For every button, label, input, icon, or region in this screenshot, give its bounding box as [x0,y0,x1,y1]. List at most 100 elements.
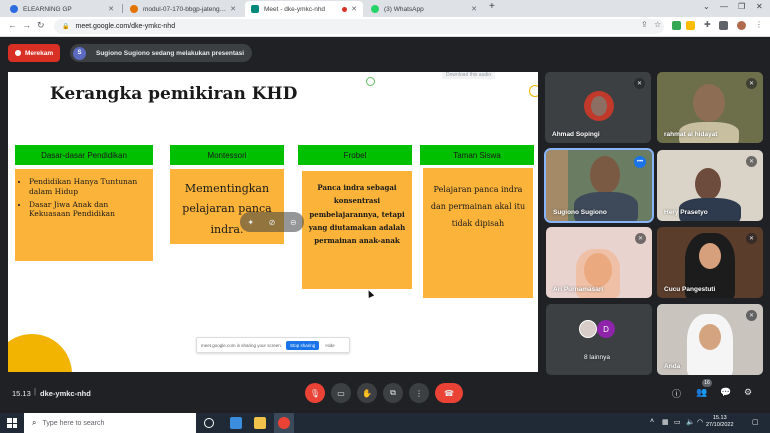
minimize-icon[interactable]: — [720,2,728,11]
column-box-montessori: Mementingkan pelajaran panca indra. [170,169,284,244]
forward-icon[interactable]: → [22,20,31,30]
extension-icon[interactable] [686,21,695,30]
people-icon[interactable]: 👥 [696,387,707,398]
taskbar-clock[interactable]: 15.13 27/10/2022 [706,415,734,430]
more-options-button[interactable]: ⋮ [409,383,429,403]
avatar-face [591,96,607,116]
more-options-icon[interactable]: ••• [634,156,646,168]
participant-tile-ahmad[interactable]: ✕ Ahmad Sopingi [545,72,651,143]
bookmark-star-icon[interactable]: ☆ [654,20,661,29]
meet-top-bar: Merekam S Sugiono Sugiono sedang melakuk… [0,37,770,70]
edge-icon[interactable] [230,417,242,429]
column-box-dasar: Pendidikan Hanya Tuntunan dalam Hidup Da… [15,169,153,261]
close-tab-icon[interactable]: ✕ [108,5,114,13]
recording-indicator-icon [342,6,348,12]
recording-badge[interactable]: Merekam [8,44,61,62]
puzzle-extensions-icon[interactable]: ✚ [704,20,711,29]
lock-icon: 🔒 [62,24,70,30]
browser-tab-elearning[interactable]: ELEARNING GP ✕ [4,1,120,17]
info-icon[interactable]: ⓘ [672,387,681,400]
decorative-ring [529,85,538,97]
pin-icon[interactable]: ✦ [247,218,254,227]
share-icon[interactable]: ⇪ [641,20,648,29]
avatar [579,320,597,338]
presentation-view: Download this audio Kerangka pemikiran K… [8,72,538,372]
chrome-icon [278,417,290,429]
raise-hand-button[interactable]: ✋ [357,383,377,403]
list-item: Pendidikan Hanya Tuntunan dalam Hidup [29,177,149,197]
close-tab-icon[interactable]: ✕ [471,5,477,13]
file-explorer-icon[interactable] [254,417,266,429]
sidebar-icon[interactable] [719,21,728,30]
mic-off-icon[interactable]: ⊘ [269,218,276,227]
wifi-icon[interactable]: ◠ [697,418,703,426]
leave-call-button[interactable]: ☎ [435,383,463,403]
search-icon: ⌕ [32,418,37,427]
tray-chevron-up-icon[interactable]: ˄ [650,418,654,425]
kebab-menu-icon[interactable]: ⋮ [755,20,763,29]
participant-count-badge: 16 [702,379,712,387]
kebab-menu-icon: ⋮ [415,388,423,398]
browser-tab-meet[interactable]: Meet - dke-ymkc-nhd ✕ [245,1,363,17]
taskbar-active-app[interactable] [274,413,294,433]
avatar-face [693,84,725,122]
column-box-taman-siswa: Pelajaran panca indra dan permainan akal… [423,168,533,298]
meeting-time: 15.13 [12,389,31,398]
browser-tab-strip: ELEARNING GP ✕ modul-07-170-bbgp-jateng:… [0,0,770,17]
column-header-taman-siswa: Taman Siswa [420,145,534,165]
profile-avatar[interactable] [737,21,746,30]
extension-icon[interactable] [672,21,681,30]
participant-tile-others[interactable]: D 8 lainnya [546,304,652,375]
notification-icon[interactable]: ▢ [752,418,759,426]
close-window-icon[interactable]: ✕ [756,2,763,11]
mic-off-icon: 🎙 [309,388,321,398]
present-screen-icon: ⧉ [390,388,396,397]
restore-icon[interactable]: ❐ [738,2,745,11]
activities-icon[interactable]: ⚙ [744,387,752,398]
screen-sharing-bar: meet.google.com is sharing your screen. … [196,337,350,353]
taskbar-search-input[interactable]: ⌕ Type here to search [24,413,196,433]
screen: ELEARNING GP ✕ modul-07-170-bbgp-jateng:… [0,0,770,433]
close-tab-icon[interactable]: ✕ [351,5,357,13]
participant-tile-hery[interactable]: ✕ Hery Prasetyo [657,150,763,221]
windows-start-icon[interactable] [7,418,17,428]
new-tab-icon[interactable]: + [489,1,495,12]
slide-title: Kerangka pemikiran KHD [50,84,298,104]
avatar-face [699,324,721,350]
participant-tile-cucu[interactable]: ✕ Cucu Pangestuti [657,227,763,298]
close-tab-icon[interactable]: ✕ [230,5,236,13]
battery-icon[interactable]: ▭ [674,418,681,426]
camera-toggle-button[interactable]: ▭ [331,383,351,403]
mouse-cursor-icon [365,289,375,298]
participant-tile-rahmat[interactable]: ✕ rahmat al hidayat [657,72,763,143]
mic-toggle-button[interactable]: 🎙 [305,383,325,403]
call-control-bar: 15.13 | dke-ymkc-nhd 🎙 ▭ ✋ ⧉ ⋮ ☎ ⓘ 👥 16 … [0,375,770,413]
browser-tab-whatsapp[interactable]: (3) WhatsApp ✕ [365,1,483,17]
participant-tile-ari[interactable]: ✕ Ari Purnamasari [546,227,652,298]
download-audio-hint[interactable]: Download this audio [442,72,496,79]
chat-icon[interactable]: 💬 [720,387,731,398]
network-icon[interactable]: ▦ [662,418,669,426]
stop-sharing-button[interactable]: Stop sharing [286,340,320,350]
reload-icon[interactable]: ↻ [37,20,45,31]
more-icon[interactable]: ⊖ [290,218,297,227]
present-button[interactable]: ⧉ [383,383,403,403]
browser-toolbar: ← → ↻ 🔒 meet.google.com/dke-ymkc-nhd ⇪ ☆… [0,17,770,37]
mic-off-icon: ✕ [746,156,757,167]
record-dot-icon [15,50,21,56]
hide-button[interactable]: Hide [325,343,334,348]
presenter-avatar: S [73,46,86,60]
column-box-frobel: Panca indra sebagai konsentrasi pembelaj… [302,171,412,289]
column-header-dasar: Dasar-dasar Pendidikan [15,145,153,165]
elearning-favicon-icon [10,5,18,13]
participant-tile-sugiono[interactable]: ••• Sugiono Sugiono [544,148,654,223]
back-icon[interactable]: ← [8,20,17,30]
browser-tab-modul[interactable]: modul-07-170-bbgp-jateng: 1.3. ✕ [124,1,242,17]
mic-off-icon: ✕ [746,310,757,321]
task-view-icon[interactable] [204,418,214,428]
volume-icon[interactable]: 🔈 [686,418,695,426]
address-bar[interactable]: 🔒 meet.google.com/dke-ymkc-nhd [54,19,664,34]
chevron-down-icon[interactable]: ⌄ [703,2,710,11]
divider: | [34,387,37,396]
participant-tile-you[interactable]: ✕ Anda [657,304,763,375]
